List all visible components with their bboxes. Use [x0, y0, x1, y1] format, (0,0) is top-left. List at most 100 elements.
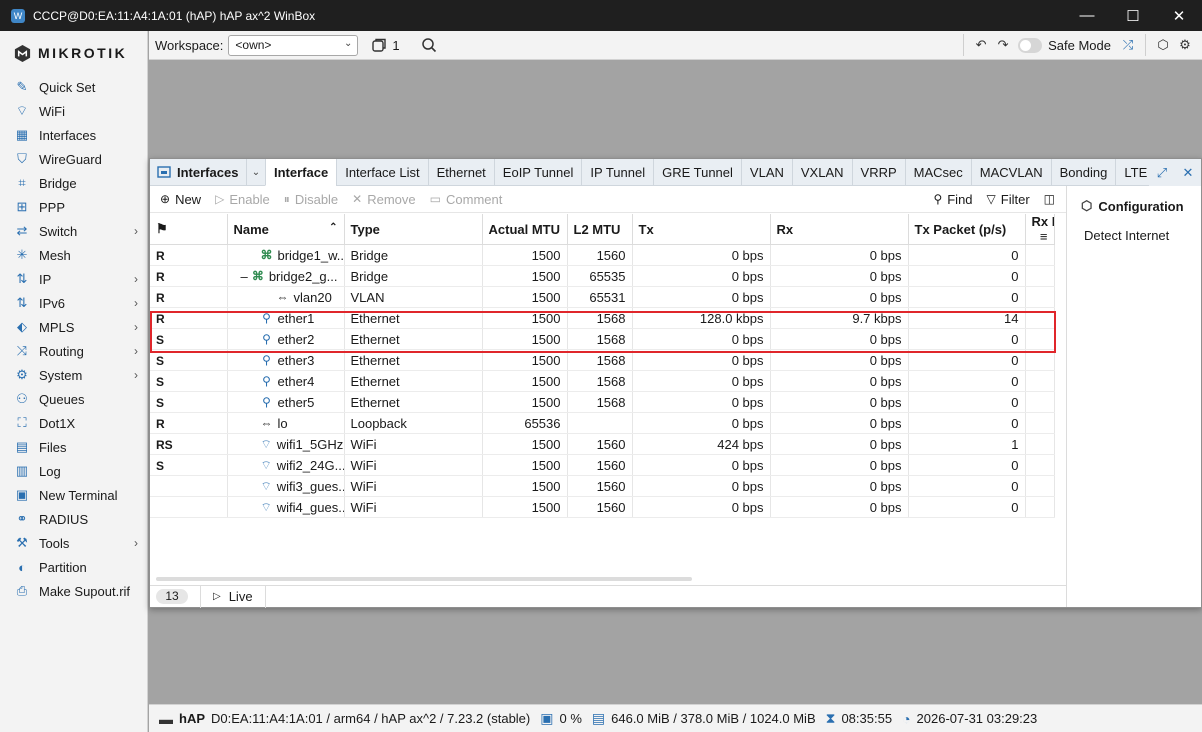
- sidebar-item-routing[interactable]: ⤨ Routing ›: [0, 339, 147, 363]
- table-row[interactable]: S ⚲ ether4 Ethernet 1500 1568 0 bps 0 bps 0: [150, 370, 1055, 392]
- sidebar-item-mesh[interactable]: ✳ Mesh: [0, 243, 147, 267]
- sidebar-item-system[interactable]: ⚙ System ›: [0, 363, 147, 387]
- column-header-rx[interactable]: Rx: [770, 214, 909, 245]
- interface-name: vlan20: [293, 289, 332, 305]
- clock-icon: ◔: [902, 710, 911, 727]
- sidebar-item-interfaces[interactable]: ▦ Interfaces: [0, 123, 147, 147]
- sidebar-item-bridge[interactable]: ⌗ Bridge: [0, 171, 147, 195]
- windows-icon[interactable]: [368, 34, 390, 56]
- collapse-toggle[interactable]: –: [241, 269, 249, 284]
- sidebar-item-label: New Terminal: [39, 487, 118, 503]
- tab-vrrp[interactable]: VRRP: [851, 159, 905, 185]
- sidebar-item-switch[interactable]: ⇄ Switch ›: [0, 219, 147, 243]
- table-row[interactable]: S ⚲ ether2 Ethernet 1500 1568 0 bps 0 bps 0: [150, 328, 1055, 350]
- close-window-button[interactable]: ✕: [1156, 0, 1202, 31]
- minimize-button[interactable]: —: [1064, 0, 1110, 31]
- column-header-tx-packet-p-s-[interactable]: Tx Packet (p/s): [908, 214, 1026, 245]
- tab-vxlan[interactable]: VXLAN: [791, 159, 852, 185]
- panel-menu-dropdown[interactable]: ⌄: [246, 159, 265, 185]
- column-header-actual-mtu[interactable]: Actual MTU: [482, 214, 568, 245]
- sidebar-item-new-terminal[interactable]: ▣ New Terminal: [0, 483, 147, 507]
- package-settings-icon[interactable]: ⬡: [1152, 34, 1174, 56]
- filter-button[interactable]: ▽ Filter: [987, 192, 1030, 207]
- tab-gre-tunnel[interactable]: GRE Tunnel: [653, 159, 741, 185]
- find-button[interactable]: ⚲ Find: [933, 192, 972, 207]
- terminal-icon: ▣: [15, 487, 29, 502]
- l2mtu-cell: 65535: [567, 265, 633, 287]
- sidebar-item-mpls[interactable]: ⬖ MPLS ›: [0, 315, 147, 339]
- gear-icon[interactable]: ⚙: [1174, 34, 1196, 56]
- enable-button[interactable]: ▷ Enable: [215, 192, 270, 207]
- sidebar-item-log[interactable]: ▥ Log: [0, 459, 147, 483]
- flag-cell: RS: [150, 433, 228, 455]
- comment-button[interactable]: ▭ Comment: [430, 192, 503, 207]
- table-row[interactable]: S ⚲ ether5 Ethernet 1500 1568 0 bps 0 bps 0: [150, 391, 1055, 413]
- shuffle-icon[interactable]: ⤮: [1117, 34, 1139, 56]
- tab-bar: Interfaces ⌄ Interface Interface List Ethe…: [150, 159, 1201, 186]
- ipv6-icon: ⇅: [16, 295, 28, 310]
- detect-internet-link[interactable]: Detect Internet: [1084, 228, 1201, 243]
- table-row[interactable]: R – ⌘ bridge2_g... Bridge 1500 65535 0 bps 0 bps…: [150, 265, 1055, 287]
- sidebar-item-tools[interactable]: ⚒ Tools ›: [0, 531, 147, 555]
- quick-set-icon: ✎: [16, 79, 28, 94]
- tab-bonding[interactable]: Bonding: [1050, 159, 1116, 185]
- sidebar-item-label: WireGuard: [39, 151, 102, 167]
- table-row[interactable]: ⌔ wifi3_gues... WiFi 1500 1560 0 bps 0 bps 0: [150, 475, 1055, 497]
- column-header-rx-p[interactable]: Rx P≡: [1025, 214, 1055, 245]
- routing-icon: ⤨: [16, 343, 28, 358]
- tx-cell: 0 bps: [632, 412, 771, 434]
- sidebar-item-files[interactable]: ▤ Files: [0, 435, 147, 459]
- horizontal-scrollbar[interactable]: [156, 577, 692, 581]
- name-cell: ⚲ ether1: [227, 307, 345, 329]
- tab-interface-list[interactable]: Interface List: [336, 159, 427, 185]
- sidebar-item-quick-set[interactable]: ✎ Quick Set: [0, 75, 147, 99]
- sidebar-item-queues[interactable]: ⚇ Queues: [0, 387, 147, 411]
- sidebar-item-ip[interactable]: ⇅ IP ›: [0, 267, 147, 291]
- remove-button[interactable]: ✕ Remove: [352, 192, 415, 207]
- sidebar-item-ipv6[interactable]: ⇅ IPv6 ›: [0, 291, 147, 315]
- tab-ip-tunnel[interactable]: IP Tunnel: [581, 159, 653, 185]
- safe-mode-toggle[interactable]: [1018, 37, 1043, 53]
- search-icon[interactable]: [418, 34, 440, 56]
- sidebar-item-wireguard[interactable]: ⛉ WireGuard: [0, 147, 147, 171]
- column-header-l2-mtu[interactable]: L2 MTU: [567, 214, 633, 245]
- table-row[interactable]: R ⌘ bridge1_w... Bridge 1500 1560 0 bps 0 bps 0: [150, 244, 1055, 266]
- close-icon[interactable]: ✕: [1175, 165, 1201, 181]
- sidebar-toggle-button[interactable]: ◫: [1044, 192, 1060, 206]
- table-row[interactable]: R ⚲ ether1 Ethernet 1500 1568 128.0 kbps 9.7 kb…: [150, 307, 1055, 329]
- sidebar-item-label: Quick Set: [39, 79, 96, 95]
- disable-button[interactable]: ⏸ Disable: [284, 192, 338, 207]
- tab-ethernet[interactable]: Ethernet: [427, 159, 494, 185]
- rx-cell: 0 bps: [770, 496, 909, 518]
- sidebar-item-wifi[interactable]: ⌔ WiFi: [0, 99, 147, 123]
- column-header-type[interactable]: Type: [344, 214, 483, 245]
- sidebar-item-make-supout-rif[interactable]: ⎙ Make Supout.rif: [0, 579, 147, 603]
- table-row[interactable]: RS ⌔ wifi1_5GHz WiFi 1500 1560 424 bps 0 bps 1: [150, 433, 1055, 455]
- tx-packet-cell: 0: [908, 391, 1026, 413]
- table-row[interactable]: S ⌔ wifi2_24G... WiFi 1500 1560 0 bps 0 bps 0: [150, 454, 1055, 476]
- sidebar-item-ppp[interactable]: ⊞ PPP: [0, 195, 147, 219]
- sidebar-item-radius[interactable]: ⚭ RADIUS: [0, 507, 147, 531]
- name-cell: ⚲ ether5: [227, 391, 345, 413]
- table-row[interactable]: R ⇔ vlan20 VLAN 1500 65531 0 bps 0 bps 0: [150, 286, 1055, 308]
- new-button[interactable]: ⊕ New: [160, 192, 201, 207]
- table-row[interactable]: R ⇔ lo Loopback 65536 0 bps 0 bps 0: [150, 412, 1055, 434]
- tab-macsec[interactable]: MACsec: [904, 159, 971, 185]
- popout-icon[interactable]: ⤢: [1149, 165, 1175, 181]
- undo-icon[interactable]: ↶: [970, 34, 992, 56]
- table-row[interactable]: S ⚲ ether3 Ethernet 1500 1568 0 bps 0 bps 0: [150, 349, 1055, 371]
- workspace-select[interactable]: <own> ⌄: [228, 34, 359, 56]
- column-header-name[interactable]: Name ⌃: [227, 214, 345, 245]
- table-row[interactable]: ⌔ wifi4_gues... WiFi 1500 1560 0 bps 0 bps 0: [150, 496, 1055, 518]
- tab-macvlan[interactable]: MACVLAN: [970, 159, 1051, 185]
- redo-icon[interactable]: ↷: [992, 34, 1014, 56]
- maximize-button[interactable]: ☐: [1110, 0, 1156, 31]
- live-button[interactable]: ▷ Live: [200, 585, 266, 608]
- sidebar-item-partition[interactable]: ◐ Partition: [0, 555, 147, 579]
- tab-interface[interactable]: Interface: [265, 159, 337, 186]
- tab-eoip-tunnel[interactable]: EoIP Tunnel: [493, 159, 582, 185]
- column-header-tx[interactable]: Tx: [632, 214, 771, 245]
- column-header-flags[interactable]: ⚑: [150, 214, 228, 245]
- sidebar-item-dot1x[interactable]: ⛶ Dot1X: [0, 411, 147, 435]
- tab-vlan[interactable]: VLAN: [740, 159, 792, 185]
